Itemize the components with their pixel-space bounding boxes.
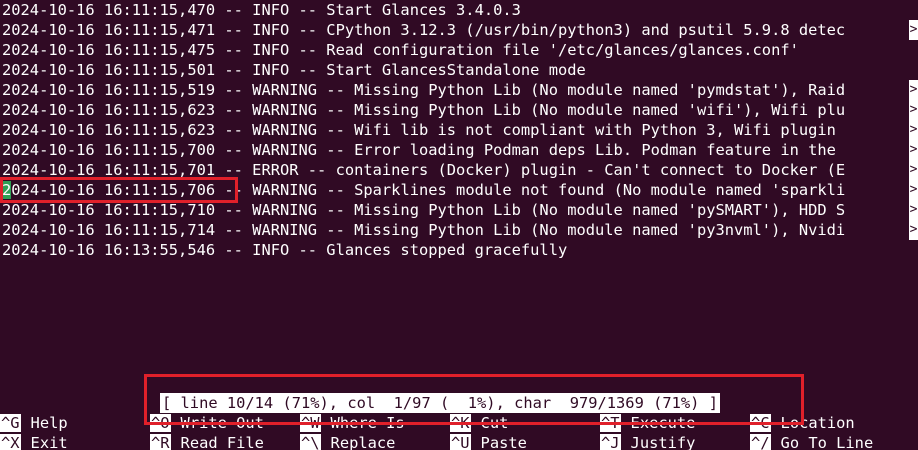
log-line[interactable]: 2024-10-16 16:11:15,519 -- WARNING -- Mi…	[2, 80, 918, 100]
shortcut-execute[interactable]: ^T Execute	[600, 413, 695, 433]
shortcut-key: ^X	[0, 434, 21, 450]
log-line[interactable]: 2024-10-16 16:11:15,700 -- WARNING -- Er…	[2, 140, 918, 160]
shortcut-label: Exit	[30, 434, 68, 450]
shortcut-read-file[interactable]: ^R Read File	[150, 433, 264, 450]
shortcut-label: Justify	[630, 434, 696, 450]
log-line[interactable]: 2024-10-16 16:11:15,714 -- WARNING -- Mi…	[2, 220, 918, 240]
shortcut-go-to-line[interactable]: ^/ Go To Line	[750, 433, 873, 450]
log-line[interactable]: 2024-10-16 16:11:15,470 -- INFO -- Start…	[2, 0, 918, 20]
shortcut-key: ^W	[300, 414, 321, 432]
shortcut-where-is[interactable]: ^W Where Is	[300, 413, 405, 433]
shortcut-paste[interactable]: ^U Paste	[450, 433, 527, 450]
status-bar: [ line 10/14 (71%), col 1/97 ( 1%), char…	[160, 393, 720, 413]
shortcut-bar-bottom: ^X Exit ^R Read File ^\ Replace ^U Paste ^J J…	[0, 433, 918, 450]
shortcut-cut[interactable]: ^K Cut	[450, 413, 508, 433]
shortcut-key: ^O	[150, 414, 171, 432]
overflow-arrow-icon: >	[909, 220, 918, 240]
overflow-arrow-icon: >	[909, 120, 918, 140]
shortcut-justify[interactable]: ^J Justify	[600, 433, 695, 450]
shortcut-label: Execute	[630, 414, 696, 432]
nano-editor[interactable]: 2024-10-16 16:11:15,470 -- INFO -- Start…	[0, 0, 918, 450]
shortcut-key: ^\	[300, 434, 321, 450]
text-cursor: 2	[2, 181, 12, 199]
shortcut-bar-top: ^G Help ^O Write Out ^W Where Is ^K Cut ^T Ex…	[0, 413, 918, 433]
shortcut-key: ^/	[750, 434, 771, 450]
shortcut-replace[interactable]: ^\ Replace	[300, 433, 395, 450]
log-line[interactable]: 2024-10-16 16:11:15,710 -- WARNING -- Mi…	[2, 200, 918, 220]
shortcut-key: ^K	[450, 414, 471, 432]
shortcut-label: Write Out	[180, 414, 264, 432]
overflow-arrow-icon: >	[909, 160, 918, 180]
overflow-arrow-icon: >	[909, 20, 918, 40]
log-line[interactable]: 2024-10-16 16:11:15,501 -- INFO -- Start…	[2, 60, 918, 80]
overflow-arrow-icon: >	[909, 80, 918, 100]
shortcut-label: Cut	[480, 414, 509, 432]
shortcut-label: Read File	[180, 434, 264, 450]
log-line[interactable]: 2024-10-16 16:11:15,623 -- WARNING -- Wi…	[2, 120, 918, 140]
shortcut-label: Location	[780, 414, 855, 432]
overflow-arrow-icon: >	[909, 180, 918, 200]
shortcut-label: Replace	[330, 434, 396, 450]
log-line[interactable]: 2024-10-16 16:11:15,471 -- INFO -- CPyth…	[2, 20, 918, 40]
log-line-current[interactable]: 2024-10-16 16:11:15,706 -- WARNING -- Sp…	[2, 180, 918, 200]
log-line[interactable]: 2024-10-16 16:11:15,701 -- ERROR -- cont…	[2, 160, 918, 180]
log-line[interactable]: 2024-10-16 16:11:15,623 -- WARNING -- Mi…	[2, 100, 918, 120]
overflow-arrow-icon: >	[909, 140, 918, 160]
shortcut-key: ^R	[150, 434, 171, 450]
shortcut-label: Where Is	[330, 414, 405, 432]
log-line[interactable]: 2024-10-16 16:11:15,475 -- INFO -- Read …	[2, 40, 918, 60]
shortcut-exit[interactable]: ^X Exit	[0, 433, 68, 450]
shortcut-key: ^T	[600, 414, 621, 432]
shortcut-write-out[interactable]: ^O Write Out	[150, 413, 264, 433]
overflow-arrow-icon: >	[909, 100, 918, 120]
shortcut-label: Help	[30, 414, 68, 432]
log-line[interactable]: 2024-10-16 16:13:55,546 -- INFO -- Glanc…	[2, 240, 918, 260]
shortcut-key: ^C	[750, 414, 771, 432]
shortcut-key: ^G	[0, 414, 21, 432]
shortcut-key: ^J	[600, 434, 621, 450]
shortcut-location[interactable]: ^C Location	[750, 413, 855, 433]
overflow-arrow-icon: >	[909, 200, 918, 220]
shortcut-label: Go To Line	[780, 434, 874, 450]
shortcut-help[interactable]: ^G Help	[0, 413, 68, 433]
shortcut-label: Paste	[480, 434, 527, 450]
shortcut-key: ^U	[450, 434, 471, 450]
